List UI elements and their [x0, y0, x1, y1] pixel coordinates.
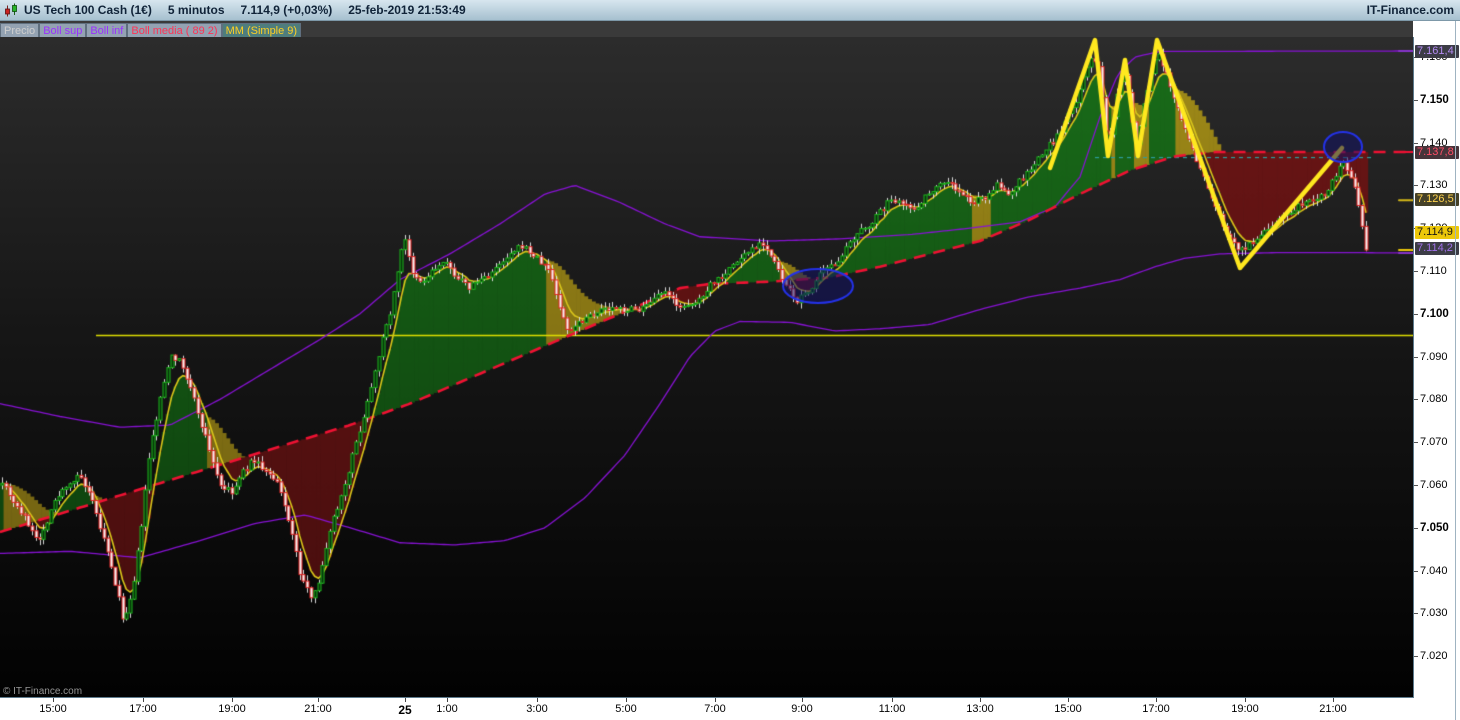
time-axis-tick — [715, 698, 716, 702]
time-axis-label: 25 — [398, 703, 411, 717]
time-axis-label: 13:00 — [966, 703, 994, 715]
time-axis-label: 17:00 — [129, 703, 157, 715]
price-axis[interactable]: 7.1607.1507.1407.1307.1207.1107.1007.090… — [1414, 21, 1460, 720]
time-axis-label: 9:00 — [791, 703, 812, 715]
price-axis-label: 7.110 — [1420, 265, 1447, 277]
brand-label: IT-Finance.com — [1367, 3, 1454, 17]
price-axis-label: 7.050 — [1420, 522, 1449, 534]
price-tag: 7.126,5 — [1415, 193, 1459, 206]
trading-window: US Tech 100 Cash (1€) 5 minutos 7.114,9 … — [0, 0, 1460, 720]
time-axis-label: 21:00 — [304, 703, 332, 715]
time-axis-tick — [232, 698, 233, 702]
time-axis-tick — [1333, 698, 1334, 702]
indicator-toolbar: PrecioBoll supBoll infBoll media ( 89 2)… — [0, 21, 1413, 37]
price-axis-tick — [1414, 442, 1418, 443]
time-axis-tick — [626, 698, 627, 702]
time-axis-tick — [53, 698, 54, 702]
time-axis-tick — [447, 698, 448, 702]
axis-right-border — [1455, 21, 1456, 720]
price-axis-tick — [1414, 271, 1418, 272]
price-axis-tick — [1414, 656, 1418, 657]
price-axis-tick — [1414, 314, 1418, 315]
time-axis-label: 21:00 — [1319, 703, 1347, 715]
time-axis-tick — [1068, 698, 1069, 702]
instrument-name: US Tech 100 Cash (1€) — [24, 3, 152, 17]
price-tag: 7.114,9 — [1415, 226, 1459, 239]
time-axis-tick — [1245, 698, 1246, 702]
price-axis-label: 7.100 — [1420, 308, 1449, 320]
time-axis-label: 15:00 — [1054, 703, 1082, 715]
price-axis-tick — [1414, 357, 1418, 358]
price-tag: 7.114,2 — [1415, 242, 1459, 255]
time-axis-tick — [980, 698, 981, 702]
price-axis-label: 7.070 — [1420, 436, 1448, 448]
time-axis-tick — [537, 698, 538, 702]
datetime-label: 25-feb-2019 21:53:49 — [348, 3, 465, 17]
chart-header: US Tech 100 Cash (1€) 5 minutos 7.114,9 … — [0, 0, 1460, 21]
time-axis-label: 19:00 — [1231, 703, 1259, 715]
time-axis[interactable]: 15:00 17:00 19:00 21:00 25 1:00 3:00 5:00 7:00 9:… — [0, 698, 1414, 720]
chart-area: © IT-Finance.com — [0, 37, 1414, 698]
time-axis-label: 17:00 — [1142, 703, 1170, 715]
price-axis-tick — [1414, 485, 1418, 486]
price-axis-label: 7.130 — [1420, 179, 1448, 191]
time-axis-label: 7:00 — [704, 703, 725, 715]
time-axis-tick — [405, 698, 406, 702]
price-axis-tick — [1414, 100, 1418, 101]
time-axis-label: 5:00 — [615, 703, 636, 715]
candlestick-icon — [3, 2, 19, 18]
price-chart-canvas[interactable] — [0, 37, 1413, 697]
time-axis-label: 1:00 — [436, 703, 457, 715]
time-axis-tick — [802, 698, 803, 702]
time-axis-tick — [892, 698, 893, 702]
watermark: © IT-Finance.com — [3, 686, 82, 697]
price-axis-tick — [1414, 143, 1418, 144]
price-axis-label: 7.020 — [1420, 650, 1448, 662]
time-axis-label: 15:00 — [39, 703, 67, 715]
price-axis-label: 7.060 — [1420, 479, 1448, 491]
price-axis-label: 7.030 — [1420, 607, 1448, 619]
time-axis-tick — [143, 698, 144, 702]
time-axis-label: 3:00 — [526, 703, 547, 715]
price-tag: 7.137,8 — [1415, 146, 1459, 159]
price-axis-tick — [1414, 185, 1418, 186]
price-axis-tick — [1414, 571, 1418, 572]
time-axis-label: 11:00 — [879, 703, 906, 715]
time-axis-tick — [318, 698, 319, 702]
price-axis-tick — [1414, 613, 1418, 614]
last-price-label: 7.114,9 (+0,03%) — [241, 3, 333, 17]
price-axis-label: 7.150 — [1420, 94, 1449, 106]
price-axis-label: 7.040 — [1420, 565, 1448, 577]
price-axis-label: 7.080 — [1420, 393, 1448, 405]
price-tag: 7.161,4 — [1415, 45, 1459, 58]
price-axis-label: 7.090 — [1420, 351, 1448, 363]
price-axis-tick — [1414, 399, 1418, 400]
time-axis-label: 19:00 — [218, 703, 246, 715]
timeframe-label: 5 minutos — [168, 3, 225, 17]
time-axis-tick — [1156, 698, 1157, 702]
price-axis-tick — [1414, 528, 1418, 529]
